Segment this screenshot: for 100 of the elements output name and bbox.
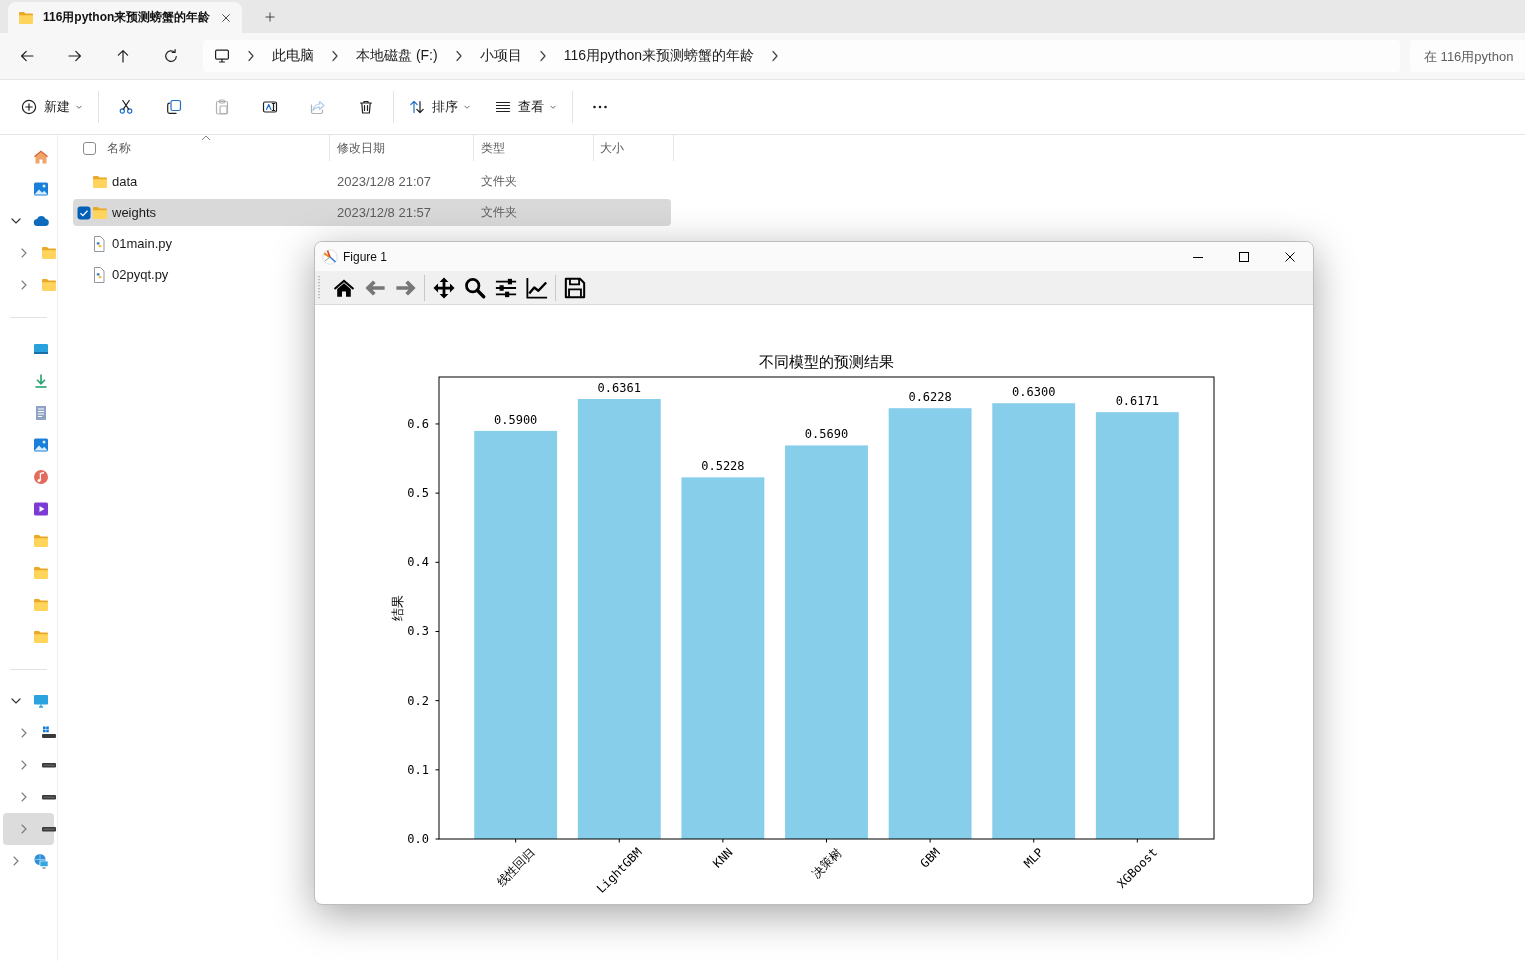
- y-tick-label: 0.2: [407, 693, 429, 708]
- house-icon: [33, 149, 49, 165]
- column-header[interactable]: 大小: [594, 135, 674, 161]
- file-name: data: [112, 174, 138, 189]
- music-note-icon: [33, 469, 49, 485]
- modified-date: 2023/12/8 21:57: [337, 205, 431, 220]
- sliders-icon[interactable]: [494, 276, 517, 299]
- cloud-icon: [33, 213, 49, 229]
- chart-title: 不同模型的预测结果: [759, 353, 894, 371]
- arrow-right-icon[interactable]: [67, 48, 83, 64]
- network-icon: [33, 853, 49, 869]
- file-row[interactable]: data 2023/12/8 21:07 文件夹: [73, 168, 671, 195]
- maximize-icon[interactable]: [1239, 251, 1249, 262]
- close-icon[interactable]: [1285, 251, 1295, 262]
- y-tick-label: 0.5: [407, 486, 429, 501]
- x-tick-label: GBM: [917, 845, 943, 871]
- bar-value-label: 0.6228: [908, 390, 952, 405]
- folder-icon: [92, 204, 108, 221]
- nav-item[interactable]: [3, 813, 54, 845]
- column-header[interactable]: 名称: [99, 135, 330, 161]
- monitor-icon[interactable]: [214, 48, 230, 64]
- drive-icon: [41, 725, 57, 741]
- window-title: Figure 1: [343, 249, 388, 264]
- save-icon[interactable]: [563, 276, 586, 299]
- folder-icon: [33, 629, 49, 645]
- y-tick-label: 0.3: [407, 624, 429, 639]
- y-tick-label: 0.1: [407, 762, 429, 777]
- folder-icon: [18, 9, 34, 26]
- move-arrows-icon[interactable]: [432, 276, 455, 299]
- modified-date: 2023/12/8 21:07: [337, 174, 431, 189]
- y-tick-label: 0.6: [407, 416, 429, 431]
- bar-value-label: 0.5228: [701, 459, 745, 474]
- x-tick-label: 线性回归: [493, 845, 538, 890]
- column-header[interactable]: 修改日期: [330, 135, 474, 161]
- trash-icon[interactable]: [358, 99, 374, 115]
- view-button[interactable]: 查看: [487, 91, 565, 123]
- file-type: 文件夹: [481, 174, 517, 188]
- list-lines-icon: [495, 99, 511, 115]
- bar-value-label: 0.5690: [804, 427, 849, 442]
- chevron-right-icon[interactable]: [537, 50, 548, 62]
- y-axis-label: 结果: [389, 595, 405, 621]
- breadcrumb[interactable]: 116用python来预测螃蟹的年龄: [563, 47, 754, 65]
- file-row[interactable]: 01main.py: [73, 230, 180, 257]
- image-icon: [33, 437, 49, 453]
- chevron-right-icon[interactable]: [770, 50, 780, 62]
- desktop-icon: [33, 341, 49, 357]
- folder-icon: [41, 245, 57, 261]
- breadcrumb[interactable]: 小项目: [479, 47, 522, 65]
- line-chart-icon[interactable]: [525, 276, 548, 299]
- file-row[interactable]: 02pyqt.py: [73, 261, 177, 288]
- chevron-right-icon[interactable]: [330, 50, 340, 62]
- folder-icon: [92, 173, 108, 190]
- scissors-icon[interactable]: [118, 99, 134, 115]
- logo-icon: [322, 248, 338, 265]
- file-type: 文件夹: [481, 205, 517, 219]
- bar-value-label: 0.6300: [1012, 385, 1056, 400]
- bar-value-label: 0.5900: [494, 412, 538, 427]
- chevron-right-icon[interactable]: [246, 50, 256, 62]
- file-name: 02pyqt.py: [112, 267, 169, 282]
- breadcrumb[interactable]: 本地磁盘 (F:): [356, 47, 438, 65]
- download-icon: [33, 373, 49, 389]
- search-field[interactable]: 在 116用python: [1410, 40, 1525, 72]
- magnifier-icon[interactable]: [463, 276, 486, 299]
- chevron-right-icon[interactable]: [453, 50, 464, 62]
- folder-icon: [33, 565, 49, 581]
- document-icon: [33, 405, 49, 421]
- new-button[interactable]: 新建: [13, 91, 91, 123]
- sort-caret-icon: [201, 135, 211, 141]
- address-bar[interactable]: 此电脑 本地磁盘 (F:) 小项目 116用python来预测螃蟹的年龄: [203, 40, 1400, 72]
- file-name: 01main.py: [112, 236, 172, 251]
- rename-icon[interactable]: [262, 99, 278, 115]
- image-icon: [33, 181, 49, 197]
- file-row[interactable]: weights 2023/12/8 21:57 文件夹: [73, 199, 671, 226]
- monitor-icon: [33, 693, 49, 709]
- close-icon[interactable]: [220, 11, 232, 24]
- refresh-icon[interactable]: [163, 48, 179, 64]
- plus-icon[interactable]: [264, 10, 276, 23]
- copy-icon[interactable]: [166, 99, 182, 115]
- arrow-up-icon[interactable]: [115, 48, 131, 64]
- y-tick-label: 0.4: [407, 555, 429, 570]
- sort-button[interactable]: 排序: [401, 91, 479, 123]
- checkbox[interactable]: [77, 205, 91, 220]
- checkbox[interactable]: [83, 141, 96, 155]
- folder-icon: [41, 277, 57, 293]
- y-tick-label: 0.0: [407, 832, 429, 846]
- video-icon: [33, 501, 49, 517]
- file-icon: [93, 266, 105, 283]
- bar-value-label: 0.6171: [1115, 394, 1159, 409]
- breadcrumb[interactable]: 此电脑: [272, 47, 314, 65]
- sort-arrows-icon: [409, 99, 425, 115]
- x-tick-label: MLP: [1021, 845, 1047, 871]
- x-tick-label: 决策树: [808, 845, 845, 881]
- tab[interactable]: 116用python来预测螃蟹的年龄: [8, 2, 242, 33]
- folder-icon: [33, 533, 49, 549]
- column-header[interactable]: 类型: [474, 135, 594, 161]
- file-icon: [93, 235, 105, 252]
- folder-icon: [33, 597, 49, 613]
- plus-circle-icon: [21, 99, 37, 115]
- arrow-left-icon[interactable]: [19, 48, 35, 64]
- bar-value-label: 0.6361: [597, 381, 641, 395]
